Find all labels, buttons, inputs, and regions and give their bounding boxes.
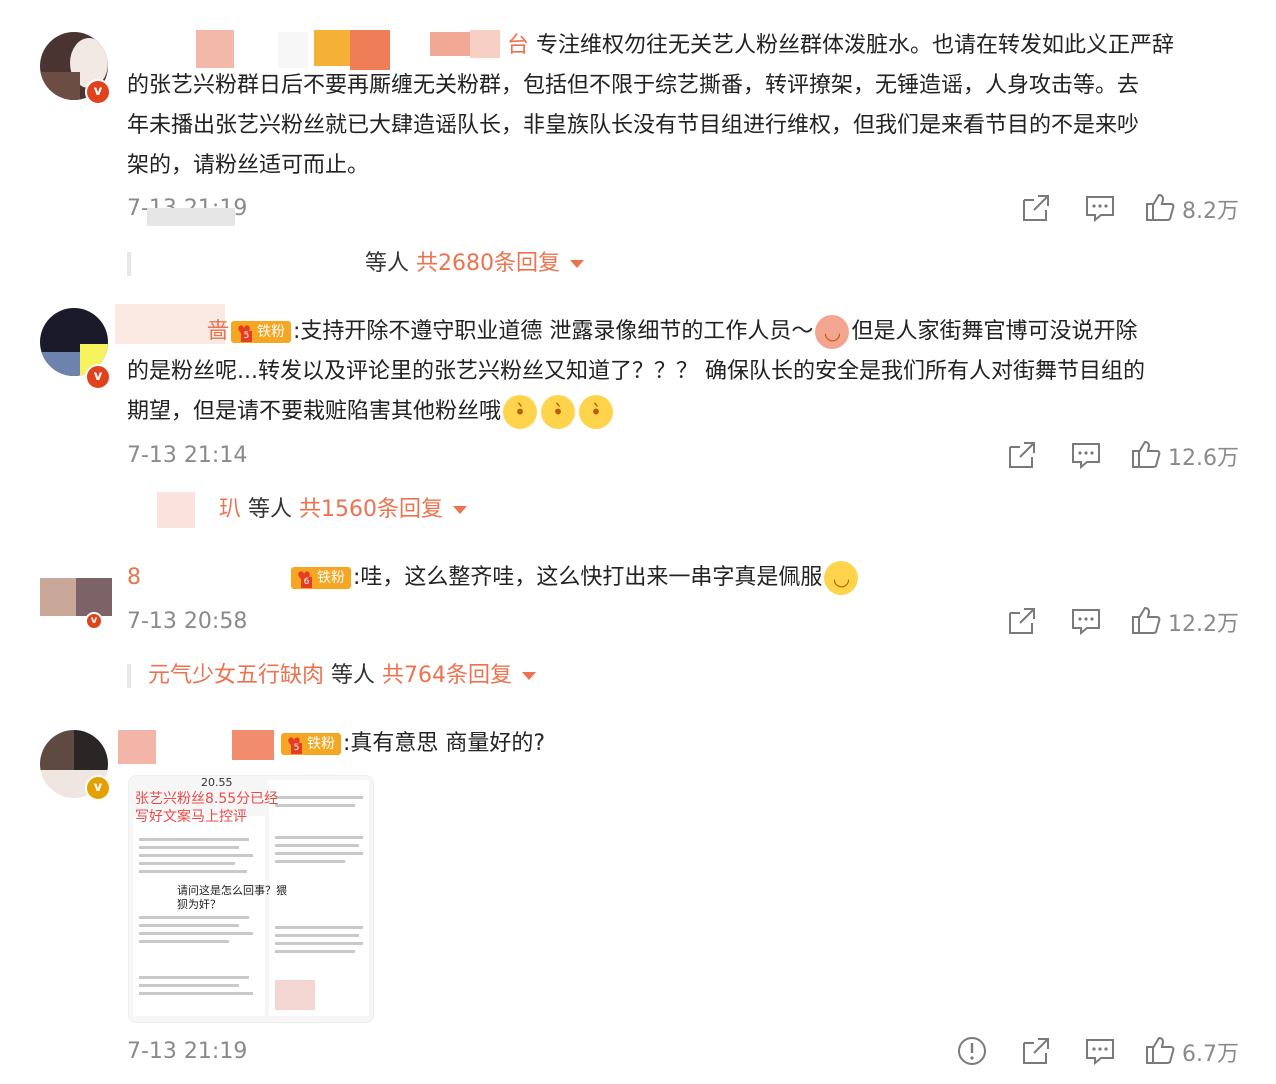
- comment-text: 啬♥5铁粉:支持开除不遵守职业道德 泄露录像细节的工作人员～◡但是人家街舞官博可…: [127, 312, 1237, 432]
- emoji-icon: •̀: [541, 395, 576, 429]
- comment-text: 8♥6铁粉:哇，这么整齐哇，这么快打出来一串字真是佩服◡: [127, 558, 1237, 598]
- comment-text: ♥5铁粉:真有意思 商量好的?: [127, 724, 1237, 764]
- like-icon: [1130, 438, 1162, 474]
- verified-badge-icon: v: [85, 612, 103, 630]
- verified-badge-icon: v: [85, 79, 111, 105]
- reply-summary[interactable]: 元气少女五行缺肉 等人 共764条回复: [127, 658, 537, 694]
- chevron-down-icon[interactable]: [570, 260, 585, 268]
- like-count: 8.2万: [1182, 199, 1239, 224]
- chevron-down-icon[interactable]: [453, 506, 468, 514]
- comment-text: 台 专注维权勿往无关艺人粉丝群体泼脏水。也请在转发如此义正严辞 的张艺兴粉群日后…: [127, 33, 1175, 178]
- comment-icon[interactable]: [1084, 1035, 1120, 1069]
- comment-meta: 7-13 20:58 12.2万: [127, 605, 1247, 639]
- comment-icon[interactable]: [1070, 439, 1106, 473]
- reply-summary[interactable]: 玐 等人 共1560条回复: [127, 492, 468, 528]
- timestamp: 7-13 20:58: [127, 609, 248, 634]
- share-icon[interactable]: [1020, 192, 1056, 226]
- like-button[interactable]: 12.2万: [1130, 604, 1239, 640]
- verified-badge-icon: v: [85, 775, 111, 801]
- like-count: 12.2万: [1168, 612, 1239, 637]
- fan-badge: ♥6铁粉: [291, 567, 351, 589]
- reply-summary[interactable]: 等人 共2680条回复: [127, 246, 585, 282]
- reply-count[interactable]: 共1560条回复: [299, 497, 443, 522]
- emoji-icon: ◡: [815, 315, 850, 349]
- fan-badge: ♥5铁粉: [231, 321, 292, 343]
- like-button[interactable]: 8.2万: [1144, 191, 1239, 227]
- like-button[interactable]: 6.7万: [1144, 1034, 1239, 1070]
- comment-meta: 7-13 21:14 12.6万: [127, 439, 1247, 473]
- comment-icon[interactable]: [1084, 192, 1120, 226]
- like-icon: [1144, 191, 1176, 227]
- username[interactable]: 8: [127, 565, 141, 590]
- timestamp: 7-13 21:19: [127, 1039, 248, 1064]
- emoji-icon: •̀: [579, 395, 614, 429]
- like-icon: [1144, 1034, 1176, 1070]
- chevron-down-icon[interactable]: [522, 672, 537, 680]
- comment-meta: 7-13 21:19 8.2万: [127, 192, 1247, 226]
- like-count: 12.6万: [1168, 446, 1239, 471]
- like-icon: [1130, 604, 1162, 640]
- share-icon[interactable]: [1020, 1035, 1056, 1069]
- fan-badge: ♥5铁粉: [281, 733, 341, 755]
- like-button[interactable]: 12.6万: [1130, 438, 1239, 474]
- share-icon[interactable]: [1006, 439, 1042, 473]
- image-title: 张艺兴粉丝8.55分已经写好文案马上控评: [135, 791, 279, 825]
- avatar[interactable]: [40, 578, 112, 616]
- comment-meta: 7-13 21:19 6.7万: [127, 1035, 1247, 1069]
- like-count: 6.7万: [1182, 1042, 1239, 1067]
- reply-count[interactable]: 共2680条回复: [416, 251, 560, 276]
- report-icon[interactable]: [956, 1035, 992, 1069]
- reply-count[interactable]: 共764条回复: [382, 663, 512, 688]
- timestamp: 7-13 21:14: [127, 443, 248, 468]
- comment-icon[interactable]: [1070, 605, 1106, 639]
- smile-emoji-icon: ◡: [824, 561, 859, 595]
- verified-badge-icon: v: [85, 364, 111, 390]
- attached-image[interactable]: 20.55 张艺兴粉丝8.55分已经写好文案马上控评 请问这是怎么回事？猥 狈为…: [128, 775, 374, 1023]
- reply-username[interactable]: 元气少女五行缺肉: [148, 663, 324, 688]
- share-icon[interactable]: [1006, 605, 1042, 639]
- emoji-icon: •̀: [503, 395, 538, 429]
- username[interactable]: 台: [507, 33, 529, 58]
- username[interactable]: 啬: [207, 319, 229, 344]
- image-caption: 请问这是怎么回事？猥 狈为奸？: [177, 884, 287, 911]
